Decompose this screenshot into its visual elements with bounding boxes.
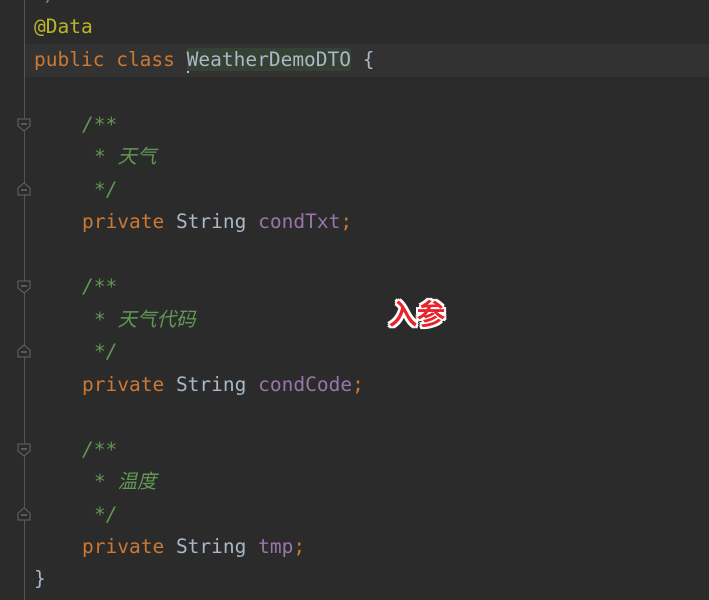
modifier: private: [82, 210, 165, 233]
close-brace: }: [34, 567, 46, 590]
field-name: tmp: [258, 535, 294, 558]
class-name[interactable]: WeatherDemoDTO: [186, 48, 352, 71]
comment-close: */: [94, 178, 118, 201]
fold-end-icon[interactable]: [17, 507, 31, 521]
class-declaration-line[interactable]: public class WeatherDemoDTO {: [34, 44, 375, 77]
comment-text: * 温度: [94, 470, 157, 493]
comment-open: /**: [82, 275, 118, 298]
type: String: [175, 373, 247, 396]
fold-end-icon[interactable]: [17, 182, 31, 196]
modifier: private: [82, 373, 165, 396]
annotation-line[interactable]: @Data: [34, 11, 93, 44]
field-declaration[interactable]: private String tmp;: [82, 531, 305, 564]
semicolon: ;: [352, 373, 364, 396]
fold-collapse-icon[interactable]: [17, 118, 31, 132]
semicolon: ;: [293, 535, 306, 558]
keyword: class: [116, 48, 175, 71]
open-brace: {: [362, 48, 375, 71]
comment-open: /**: [82, 438, 118, 461]
fold-end-icon[interactable]: [17, 344, 31, 358]
comment-open: /**: [82, 113, 118, 136]
keyword: public: [34, 48, 105, 71]
field-declaration[interactable]: private String condTxt;: [82, 206, 352, 239]
overlay-label: 入参: [389, 298, 446, 331]
comment-text: * 天气代码: [94, 308, 196, 331]
comment-text: * 天气: [94, 145, 157, 168]
field-name: condCode: [258, 373, 353, 396]
fold-collapse-icon[interactable]: [17, 280, 31, 294]
field-declaration[interactable]: private String condCode;: [82, 369, 364, 402]
code-line: */: [34, 0, 57, 12]
field-name: condTxt: [258, 210, 341, 233]
type: String: [175, 210, 247, 233]
semicolon: ;: [340, 210, 353, 233]
modifier: private: [82, 535, 165, 558]
fold-collapse-icon[interactable]: [17, 443, 31, 457]
comment-close: */: [94, 340, 118, 363]
type: String: [175, 535, 247, 558]
comment-close: */: [94, 503, 118, 526]
